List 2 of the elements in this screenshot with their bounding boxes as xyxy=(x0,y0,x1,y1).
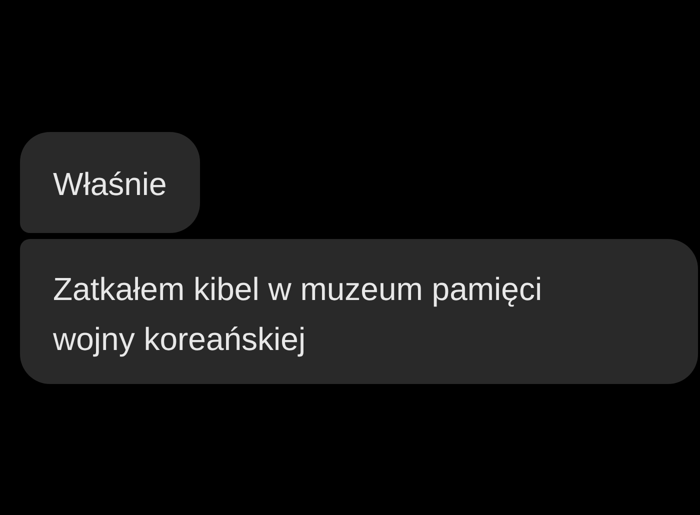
message-text: Zatkałem kibel w muzeum pamięci wojny koreańskiej xyxy=(53,270,544,359)
message-text: Właśnie xyxy=(53,165,167,204)
